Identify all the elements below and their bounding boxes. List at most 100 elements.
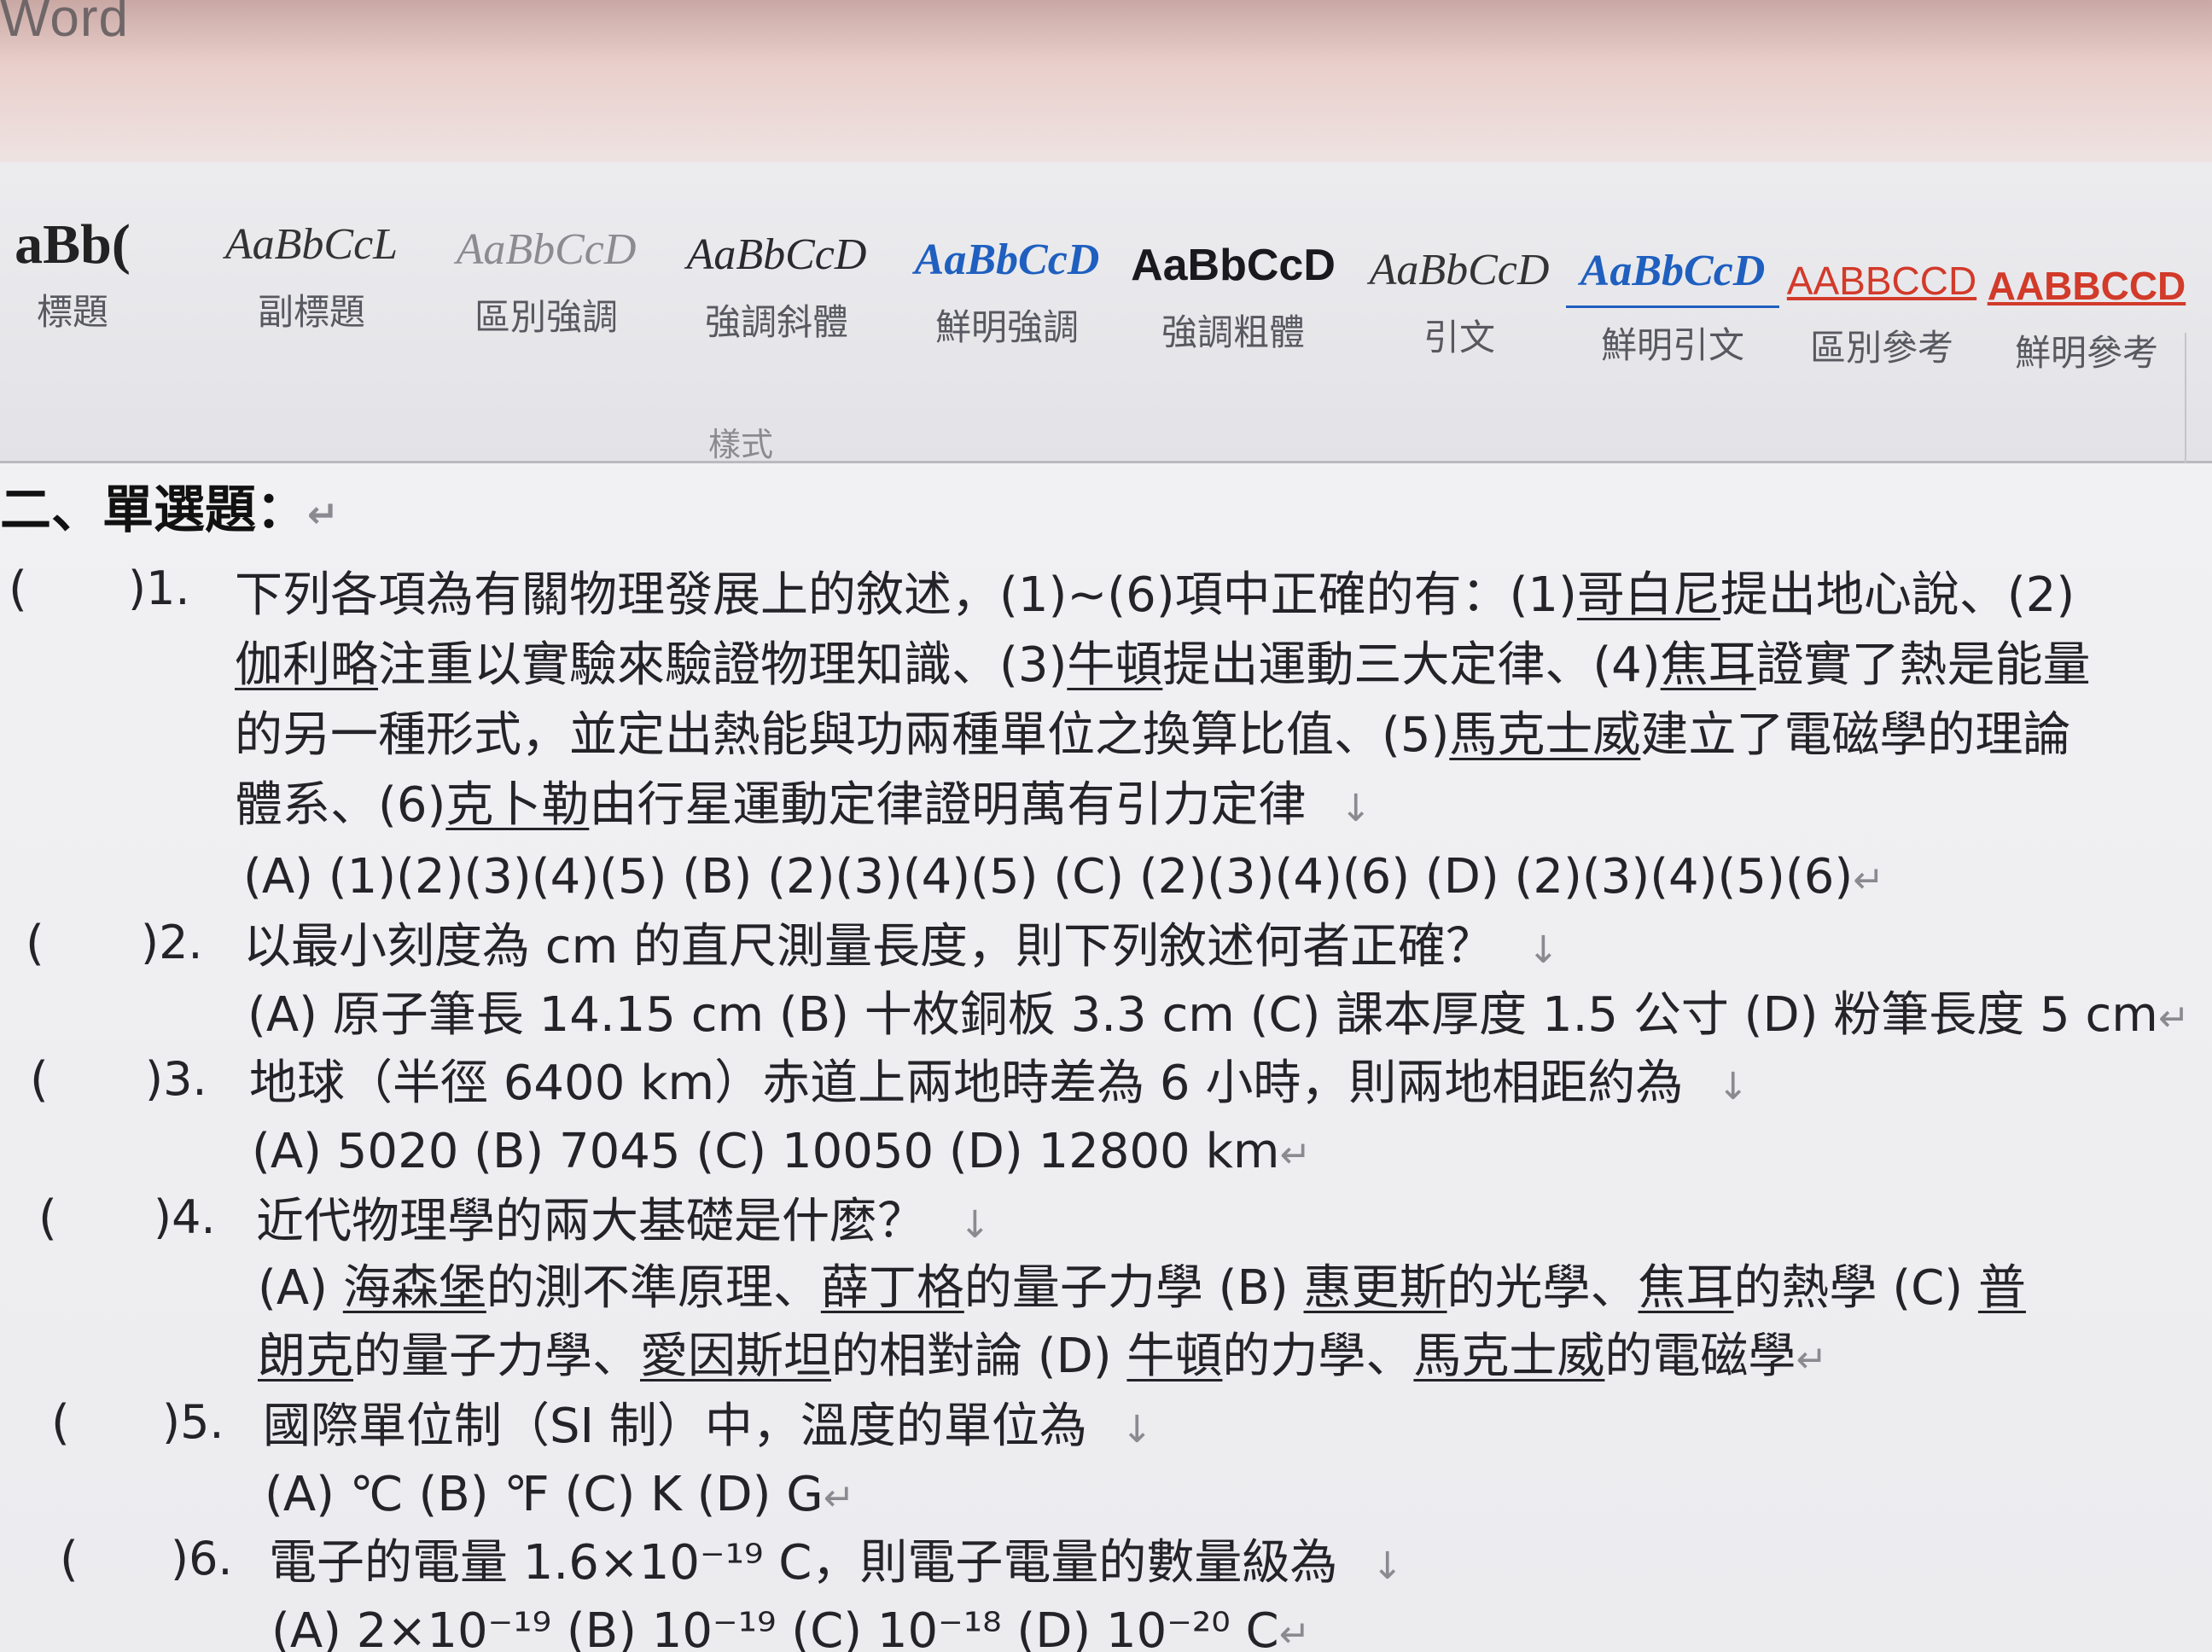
style-sample: AaBbCcD — [686, 230, 867, 279]
name-run: 惠更斯 — [1303, 1260, 1447, 1316]
q2-stem: 以最小刻度為 cm 的直尺測量長度，則下列敘述何者正確？ ↓ — [243, 917, 1559, 980]
style-subtle-reference[interactable]: AABBCCD 區別參考 — [1775, 242, 1988, 387]
q5-options: (A) ℃ (B) ℉ (C) K (D) G↵ — [265, 1465, 855, 1528]
stem-text: 近代物理學的兩大基礎是什麼？ — [256, 1194, 925, 1249]
document-page[interactable]: 二、單選題：↵ ( )1. 下列各項為有關物理發展上的敘述，(1)~(6)項中正… — [0, 463, 2212, 1652]
style-intense-quote[interactable]: AaBbCcD 鮮明引文 — [1566, 237, 1779, 382]
options-text: (A) 5020 (B) 7045 (C) 10050 (D) 12800 km — [252, 1124, 1280, 1179]
name-run: 馬克士威 — [1413, 1329, 1605, 1384]
question-number: )4. — [154, 1190, 216, 1244]
question-number: )1. — [128, 561, 190, 615]
style-subtitle[interactable]: AaBbCcL 副標題 — [205, 206, 418, 352]
q1-stem-line-4: 體系、(6)克卜勒由行星運動定律證明萬有引力定律 ↓ — [235, 776, 1371, 839]
line-break-mark: ↓ — [1527, 928, 1559, 972]
paragraph-mark: ↵ — [1279, 1133, 1312, 1177]
q6-options: (A) 2×10⁻¹⁹ (B) 10⁻¹⁹ (C) 10⁻¹⁸ (D) 10⁻²… — [271, 1602, 1311, 1652]
text-run: 的測不準原理、 — [486, 1260, 821, 1316]
text-run: 注重以實驗來驗證物理知識、(3) — [378, 637, 1068, 693]
name-run: 焦耳 — [1638, 1260, 1734, 1316]
style-intense-emphasis[interactable]: AaBbCcD 鮮明強調 — [900, 222, 1114, 367]
line-break-mark: ↓ — [1121, 1408, 1153, 1451]
question-number: )5. — [162, 1395, 224, 1449]
style-name: 副標題 — [257, 291, 365, 333]
text-run: 的量子力學、 — [353, 1329, 640, 1384]
text-run: 體系、(6) — [235, 777, 446, 833]
q4-options-line-1: (A) 海森堡的測不準原理、薛丁格的量子力學 (B) 惠更斯的光學、焦耳的熱學 … — [258, 1259, 2026, 1318]
style-sample: AaBbCcL — [224, 220, 399, 269]
q3-stem: 地球（半徑 6400 km）赤道上兩地時差為 6 小時，則兩地相距約為 ↓ — [249, 1054, 1749, 1117]
question-number: )2. — [141, 916, 203, 969]
answer-paren: ( — [9, 561, 27, 617]
options-text: (A) ℃ (B) ℉ (C) K (D) G — [265, 1467, 824, 1522]
text-run: 的熱學 (C) — [1733, 1260, 1978, 1316]
section-heading: 二、單選題：↵ — [0, 480, 339, 545]
style-name: 強調粗體 — [1161, 311, 1305, 353]
name-run: 牛頓 — [1126, 1329, 1223, 1384]
paragraph-mark: ↵ — [823, 1476, 855, 1520]
line-break-mark: ↓ — [1340, 787, 1372, 830]
style-sample: aBb( — [15, 213, 131, 276]
text-run: 的量子力學 (B) — [963, 1260, 1304, 1316]
q5-stem: 國際單位制（SI 制）中，溫度的單位為 ↓ — [263, 1397, 1153, 1460]
ribbon-styles-group: aBb( 標題 AaBbCcL 副標題 AaBbCcD 區別強調 AaBbCcD… — [0, 162, 2212, 546]
stem-text: 電子的電量 1.6×10⁻¹⁹ C，則電子電量的數量級為 — [269, 1535, 1338, 1591]
style-name: 區別強調 — [474, 296, 618, 338]
stem-text: 國際單位制（SI 制）中，溫度的單位為 — [263, 1399, 1087, 1454]
style-name: 鮮明參考 — [2014, 332, 2158, 374]
answer-paren: ( — [26, 916, 44, 971]
q3-options: (A) 5020 (B) 7045 (C) 10050 (D) 12800 km… — [252, 1122, 1311, 1185]
text-run: 的光學、 — [1447, 1260, 1639, 1316]
name-run: 海森堡 — [342, 1260, 486, 1316]
name-run: 愛因斯坦 — [640, 1329, 831, 1384]
style-sample: AaBbCcD — [1131, 241, 1336, 290]
style-name: 鮮明引文 — [1600, 324, 1744, 366]
stem-text: 地球（半徑 6400 km）赤道上兩地時差為 6 小時，則兩地相距約為 — [249, 1056, 1684, 1111]
style-emphasis[interactable]: AaBbCcD 強調斜體 — [670, 217, 883, 362]
style-quote[interactable]: AaBbCcD 引文 — [1353, 232, 1566, 377]
answer-paren: ( — [51, 1395, 70, 1451]
title-bar: Word — [0, 0, 2212, 162]
style-sample: AaBbCcD — [914, 236, 1100, 284]
name-run: 哥白尼 — [1576, 567, 1720, 623]
paragraph-mark: ↵ — [307, 493, 339, 537]
text-run: 的相對論 (D) — [831, 1329, 1127, 1384]
heading-text: 二、單選題： — [0, 480, 307, 540]
style-sample: AaBbCcD — [1566, 237, 1779, 308]
name-run: 牛頓 — [1067, 637, 1163, 693]
line-break-mark: ↓ — [959, 1203, 991, 1247]
style-subtle-emphasis[interactable]: AaBbCcD 區別強調 — [439, 212, 653, 357]
style-sample: AaBbCcD — [1369, 246, 1550, 294]
q6-stem: 電子的電量 1.6×10⁻¹⁹ C，則電子電量的數量級為 ↓ — [269, 1533, 1403, 1597]
stem-text: 以最小刻度為 cm 的直尺測量長度，則下列敘述何者正確？ — [243, 919, 1493, 974]
options-text: (A) 2×10⁻¹⁹ (B) 10⁻¹⁹ (C) 10⁻¹⁸ (D) 10⁻²… — [271, 1603, 1279, 1652]
q1-stem-line-3: 的另一種形式，並定出熱能與功兩種單位之換算比值、(5)馬克士威建立了電磁學的理論 — [235, 706, 2070, 765]
style-title[interactable]: aBb( 標題 — [0, 206, 179, 352]
q1-stem-line-1: 下列各項為有關物理發展上的敘述，(1)~(6)項中正確的有：(1)哥白尼提出地心… — [235, 566, 2075, 625]
style-name: 鮮明強調 — [934, 306, 1079, 348]
line-break-mark: ↓ — [1371, 1544, 1404, 1588]
name-run: 朗克 — [258, 1329, 353, 1384]
style-sample: AABBCCD — [1786, 259, 1977, 303]
style-strong[interactable]: AaBbCcD 強調粗體 — [1126, 227, 1340, 372]
name-run: 克卜勒 — [445, 777, 590, 833]
text-run: (A) — [258, 1260, 343, 1316]
paragraph-mark: ↵ — [2157, 997, 2190, 1040]
line-break-mark: ↓ — [1717, 1065, 1749, 1108]
style-name: 引文 — [1423, 317, 1495, 358]
answer-paren: ( — [38, 1190, 57, 1246]
q4-options-line-2: 朗克的量子力學、愛因斯坦的相對論 (D) 牛頓的力學、馬克士威的電磁學↵ — [258, 1327, 1827, 1390]
style-intense-reference[interactable]: AABBCCD 鮮明參考 — [1980, 247, 2193, 393]
text-run: 提出地心說、(2) — [1720, 567, 2075, 623]
text-run: 建立了電磁學的理論 — [1640, 707, 2071, 763]
text-run: 證實了熱是能量 — [1755, 637, 2091, 693]
styles-group-label: 樣式 — [708, 426, 774, 463]
text-run: 的電磁學 — [1604, 1329, 1796, 1384]
options-text: (A) 原子筆長 14.15 cm (B) 十枚銅板 3.3 cm (C) 課本… — [247, 987, 2158, 1043]
name-run: 焦耳 — [1660, 637, 1756, 693]
style-name: 強調斜體 — [704, 301, 848, 343]
q2-options: (A) 原子筆長 14.15 cm (B) 十枚銅板 3.3 cm (C) 課本… — [247, 986, 2190, 1049]
name-run: 伽利略 — [235, 637, 378, 693]
name-run: 普 — [1977, 1260, 2026, 1316]
q1-stem-line-2: 伽利略注重以實驗來驗證物理知識、(3)牛頓提出運動三大定律、(4)焦耳證實了熱是… — [235, 636, 2091, 695]
text-run: 的另一種形式，並定出熱能與功兩種單位之換算比值、(5) — [235, 707, 1450, 763]
